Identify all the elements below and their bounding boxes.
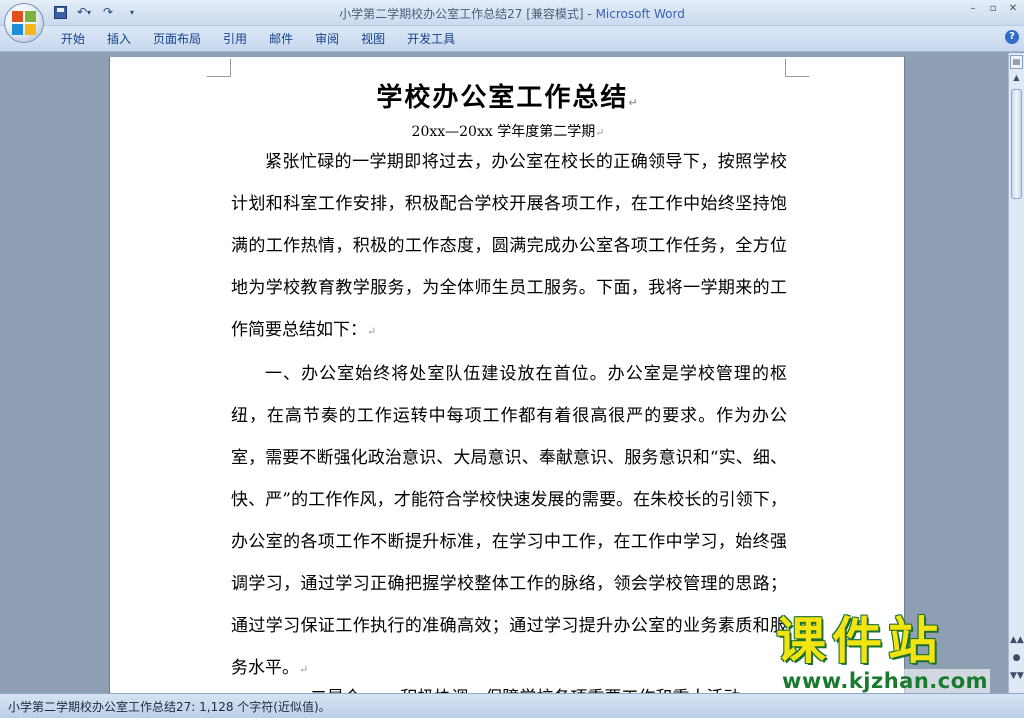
document-area: 学校办公室工作总结↵ 20xx—20xx 学年度第二学期↵ 紧张忙碌的一学期即将… [0, 53, 1008, 693]
office-logo-icon [12, 11, 36, 35]
help-icon[interactable]: ? [1005, 30, 1019, 44]
select-browse-object-button[interactable]: ● [1010, 651, 1023, 665]
crop-mark-right [785, 59, 809, 77]
close-button[interactable]: ✕ [1006, 2, 1020, 16]
crop-mark-left [207, 59, 231, 77]
view-ruler-button[interactable]: ▤ [1010, 55, 1023, 69]
status-text: 小学第二学期校办公室工作总结27: 1,128 个字符(近似值)。 [8, 700, 331, 714]
paragraph-mark: ↵ [367, 325, 377, 338]
app-name: Microsoft Word [595, 7, 685, 21]
title-separator: - [583, 7, 596, 21]
document-name: 小学第二学期校办公室工作总结27 [兼容模式] [339, 7, 584, 21]
paragraph: 一、办公室始终将处室队伍建设放在首位。办公室是学校管理的枢纽，在高节奏的工作运转… [231, 353, 787, 691]
tab-mailings[interactable]: 邮件 [258, 30, 304, 48]
watermark-url: www.kjzhan.com [780, 669, 991, 693]
paragraph: 紧张忙碌的一学期即将过去，办公室在校长的正确领导下，按照学校计划和科室工作安排，… [231, 141, 787, 353]
ribbon-tabs: 开始 插入 页面布局 引用 邮件 审阅 视图 开发工具 [50, 30, 466, 48]
document-title-text: 学校办公室工作总结 [376, 83, 629, 113]
next-page-button[interactable]: ▼▼ [1010, 669, 1024, 683]
paragraph-mark: ↵ [595, 126, 605, 139]
tab-page-layout[interactable]: 页面布局 [142, 30, 212, 48]
document-subtitle: 20xx—20xx 学年度第二学期↵ [110, 121, 906, 141]
document-subtitle-text: 20xx—20xx 学年度第二学期 [411, 124, 596, 140]
window-controls: – ▫ ✕ [966, 2, 1020, 16]
tab-references[interactable]: 引用 [212, 30, 258, 48]
paragraph-text: 紧张忙碌的一学期即将过去，办公室在校长的正确领导下，按照学校计划和科室工作安排，… [231, 152, 787, 340]
restore-button[interactable]: ▫ [986, 2, 1000, 16]
ribbon-tab-bar: 开始 插入 页面布局 引用 邮件 审阅 视图 开发工具 ? [0, 26, 1024, 52]
previous-page-button[interactable]: ▲▲ [1010, 633, 1024, 647]
paragraph-mark: ↵ [299, 663, 309, 676]
document-title: 学校办公室工作总结↵ [110, 77, 906, 114]
tab-insert[interactable]: 插入 [96, 30, 142, 48]
tab-home[interactable]: 开始 [50, 30, 96, 48]
document-body: 紧张忙碌的一学期即将过去，办公室在校长的正确领导下，按照学校计划和科室工作安排，… [231, 141, 787, 691]
vertical-scrollbar[interactable]: ▤ ▲ ▲▲ ● ▼▼ [1008, 53, 1024, 693]
title-bar: ↶ ▾ ↷ ▾ 小学第二学期校办公室工作总结27 [兼容模式] - Microso… [0, 0, 1024, 26]
tab-review[interactable]: 审阅 [304, 30, 350, 48]
minimize-button[interactable]: – [966, 2, 980, 16]
scroll-thumb[interactable] [1011, 89, 1022, 199]
watermark-title: 课件站 [776, 612, 944, 670]
tab-view[interactable]: 视图 [350, 30, 396, 48]
partial-paragraph: 二是合 一一积极协调，保障学校各项重要工作和重大活动 [310, 683, 740, 693]
status-bar: 小学第二学期校办公室工作总结27: 1,128 个字符(近似值)。 [0, 693, 1024, 718]
paragraph-text: 一、办公室始终将处室队伍建设放在首位。办公室是学校管理的枢纽，在高节奏的工作运转… [231, 364, 787, 678]
window-title: 小学第二学期校办公室工作总结27 [兼容模式] - Microsoft Word [0, 5, 1024, 22]
paragraph-mark: ↵ [628, 96, 640, 109]
scroll-up-button[interactable]: ▲ [1010, 71, 1023, 85]
office-button[interactable] [4, 3, 44, 43]
watermark-logo: 课件站 www.kjzhan.com [770, 613, 1010, 693]
tab-developer[interactable]: 开发工具 [396, 30, 466, 48]
document-page[interactable]: 学校办公室工作总结↵ 20xx—20xx 学年度第二学期↵ 紧张忙碌的一学期即将… [109, 57, 905, 693]
